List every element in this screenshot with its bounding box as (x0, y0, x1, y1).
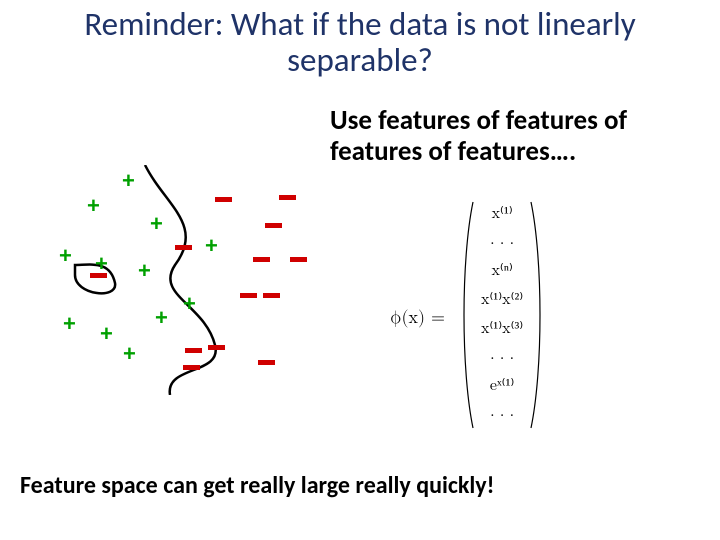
feature-map-formula: ϕ(x) = x⁽¹⁾ · · · x⁽ⁿ⁾ x⁽¹⁾x⁽²⁾ x⁽¹⁾x⁽³⁾ · · … (390, 200, 690, 436)
minus-icon (263, 293, 280, 298)
slide: Reminder: What if the data is not linear… (0, 0, 720, 540)
vector-entry: x⁽¹⁾x⁽²⁾ (481, 291, 523, 310)
footer-note: Feature space can get really large reall… (20, 471, 700, 500)
minus-icon (208, 345, 225, 350)
formula-lhs: ϕ(x) = (390, 307, 445, 329)
vector-entry: · · · (481, 349, 523, 368)
plus-icon: + (122, 170, 135, 192)
minus-icon (185, 348, 202, 353)
plus-icon: + (59, 245, 72, 267)
plus-icon: + (63, 313, 76, 335)
minus-icon (253, 257, 270, 262)
plus-icon: + (100, 323, 113, 345)
minus-icon (258, 360, 275, 365)
vector-entry: x⁽ⁿ⁾ (481, 262, 523, 281)
plus-icon: + (138, 260, 151, 282)
vector-entry: eˣ⁽¹⁾ (481, 377, 523, 396)
minus-icon (215, 197, 232, 202)
plus-icon: + (183, 293, 196, 315)
minus-icon (90, 273, 107, 278)
right-paren-icon (529, 200, 547, 436)
vector-entry: · · · (481, 234, 523, 253)
slide-subtitle: Use features of features of features of … (330, 105, 700, 167)
plus-icon: + (205, 235, 218, 257)
minus-icon (183, 365, 200, 370)
minus-icon (175, 245, 192, 250)
minus-icon (240, 293, 257, 298)
minus-icon (290, 257, 307, 262)
plus-icon: + (123, 343, 136, 365)
minus-icon (265, 223, 282, 228)
vector-entry: · · · (481, 406, 523, 425)
plus-icon: + (87, 195, 100, 217)
vector-entries: x⁽¹⁾ · · · x⁽ⁿ⁾ x⁽¹⁾x⁽²⁾ x⁽¹⁾x⁽³⁾ · · · eˣ⁽¹⁾ ·… (475, 200, 529, 430)
slide-title: Reminder: What if the data is not linear… (20, 6, 700, 79)
minus-icon (279, 195, 296, 200)
left-paren-icon (457, 200, 475, 436)
plus-icon: + (95, 253, 108, 275)
vector-entry: x⁽¹⁾x⁽³⁾ (481, 320, 523, 339)
vector-entry: x⁽¹⁾ (481, 205, 523, 224)
plus-icon: + (150, 213, 163, 235)
feature-vector: x⁽¹⁾ · · · x⁽ⁿ⁾ x⁽¹⁾x⁽²⁾ x⁽¹⁾x⁽³⁾ · · · eˣ⁽¹⁾ ·… (457, 200, 547, 436)
scatter-diagram: + + + + + + + + + + + + (15, 165, 305, 395)
plus-icon: + (155, 307, 168, 329)
